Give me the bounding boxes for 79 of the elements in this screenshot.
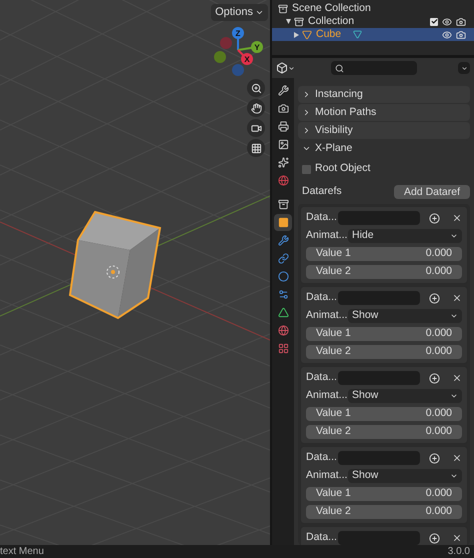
mesh-icon [302, 30, 312, 40]
panel-header[interactable]: Visibility [298, 122, 470, 139]
dataref-label: Data... [306, 370, 334, 386]
animation-label: Animat... [306, 308, 344, 324]
editor-type-icon[interactable] [276, 62, 295, 74]
disclosure-icon[interactable] [286, 18, 291, 24]
close-icon[interactable] [452, 293, 462, 303]
eye-icon[interactable] [442, 30, 452, 40]
number-field[interactable]: Value 2 0.000 [306, 505, 462, 519]
camera-icon[interactable] [456, 16, 466, 26]
object-tab[interactable] [274, 214, 292, 231]
caret-icon [450, 232, 458, 240]
animation-label: Animat... [306, 388, 344, 404]
dataref-label: Data... [306, 210, 334, 226]
hand-icon [250, 102, 262, 114]
options-dropdown[interactable]: Options [211, 4, 268, 20]
status-text: text Menu [0, 545, 44, 558]
3d-viewport[interactable]: Options Z Y X [0, 0, 270, 545]
tool-icon [278, 85, 288, 96]
camera-icon[interactable] [456, 30, 466, 40]
caret-icon [450, 312, 458, 320]
dataref-field[interactable] [338, 451, 420, 465]
axis-gizmo-drawing[interactable]: Z Y X [214, 27, 263, 76]
collection-icon [278, 199, 288, 210]
number-field[interactable]: Value 1 0.000 [306, 247, 462, 261]
close-icon[interactable] [452, 453, 462, 463]
outliner-label: Collection [308, 14, 354, 29]
collection-icon [294, 16, 304, 26]
close-icon[interactable] [452, 533, 462, 543]
zoom-icon [250, 82, 262, 94]
datarefs-label: Datarefs [302, 184, 342, 200]
animation-dropdown[interactable]: Hide [348, 229, 462, 243]
outliner-row[interactable]: Collection [272, 15, 474, 28]
dataref-label: Data... [306, 290, 334, 306]
number-field[interactable]: Value 2 0.000 [306, 265, 462, 279]
dataref-field[interactable] [338, 371, 420, 385]
panel-header[interactable]: Motion Paths [298, 104, 470, 121]
number-field[interactable]: Value 2 0.000 [306, 425, 462, 439]
dataref-field[interactable] [338, 531, 420, 545]
number-field[interactable]: Value 2 0.000 [306, 345, 462, 359]
caret-icon [450, 472, 458, 480]
dataref-field[interactable] [338, 291, 420, 305]
animation-dropdown[interactable]: Show [348, 469, 462, 483]
outliner-label: Scene Collection [292, 0, 371, 16]
version-text: 3.0.0 [448, 545, 471, 558]
close-icon[interactable] [452, 213, 462, 223]
panel-header[interactable]: Instancing [298, 86, 470, 103]
dataref-field[interactable] [338, 211, 420, 225]
outliner-label: Cube [316, 26, 342, 42]
outliner-row[interactable]: Scene Collection [272, 2, 474, 15]
camera-button[interactable] [247, 119, 265, 137]
options-caret-icon[interactable] [458, 62, 470, 74]
outliner-row[interactable]: Cube [272, 28, 474, 41]
animation-dropdown[interactable]: Show [348, 389, 462, 403]
grid-icon [250, 142, 262, 154]
disclosure-icon[interactable] [294, 32, 299, 38]
animation-label: Animat... [306, 468, 344, 484]
grid-button[interactable] [247, 139, 265, 157]
hand-button[interactable] [247, 99, 265, 117]
chevron-down-icon [302, 144, 311, 153]
number-field[interactable]: Value 1 0.000 [306, 407, 462, 421]
number-field[interactable]: Value 1 0.000 [306, 327, 462, 341]
checkbox[interactable] [430, 18, 438, 26]
root-object-label: Root Object [315, 161, 370, 176]
mesh-data-icon [353, 30, 362, 39]
dataref-label: Data... [306, 450, 334, 466]
search-field[interactable] [331, 61, 417, 75]
animation-label: Animat... [306, 228, 344, 244]
close-icon[interactable] [452, 373, 462, 383]
root-object-checkbox[interactable] [302, 164, 311, 174]
zoom-button[interactable] [247, 79, 265, 97]
animation-dropdown[interactable]: Show [348, 309, 462, 323]
eye-icon[interactable] [442, 16, 452, 26]
add-dataref-button[interactable]: Add Dataref [394, 185, 470, 199]
collection-icon [278, 4, 288, 14]
camera-icon [250, 122, 262, 134]
number-field[interactable]: Value 1 0.000 [306, 487, 462, 501]
caret-icon [450, 392, 458, 400]
dataref-label: Data... [306, 530, 334, 545]
